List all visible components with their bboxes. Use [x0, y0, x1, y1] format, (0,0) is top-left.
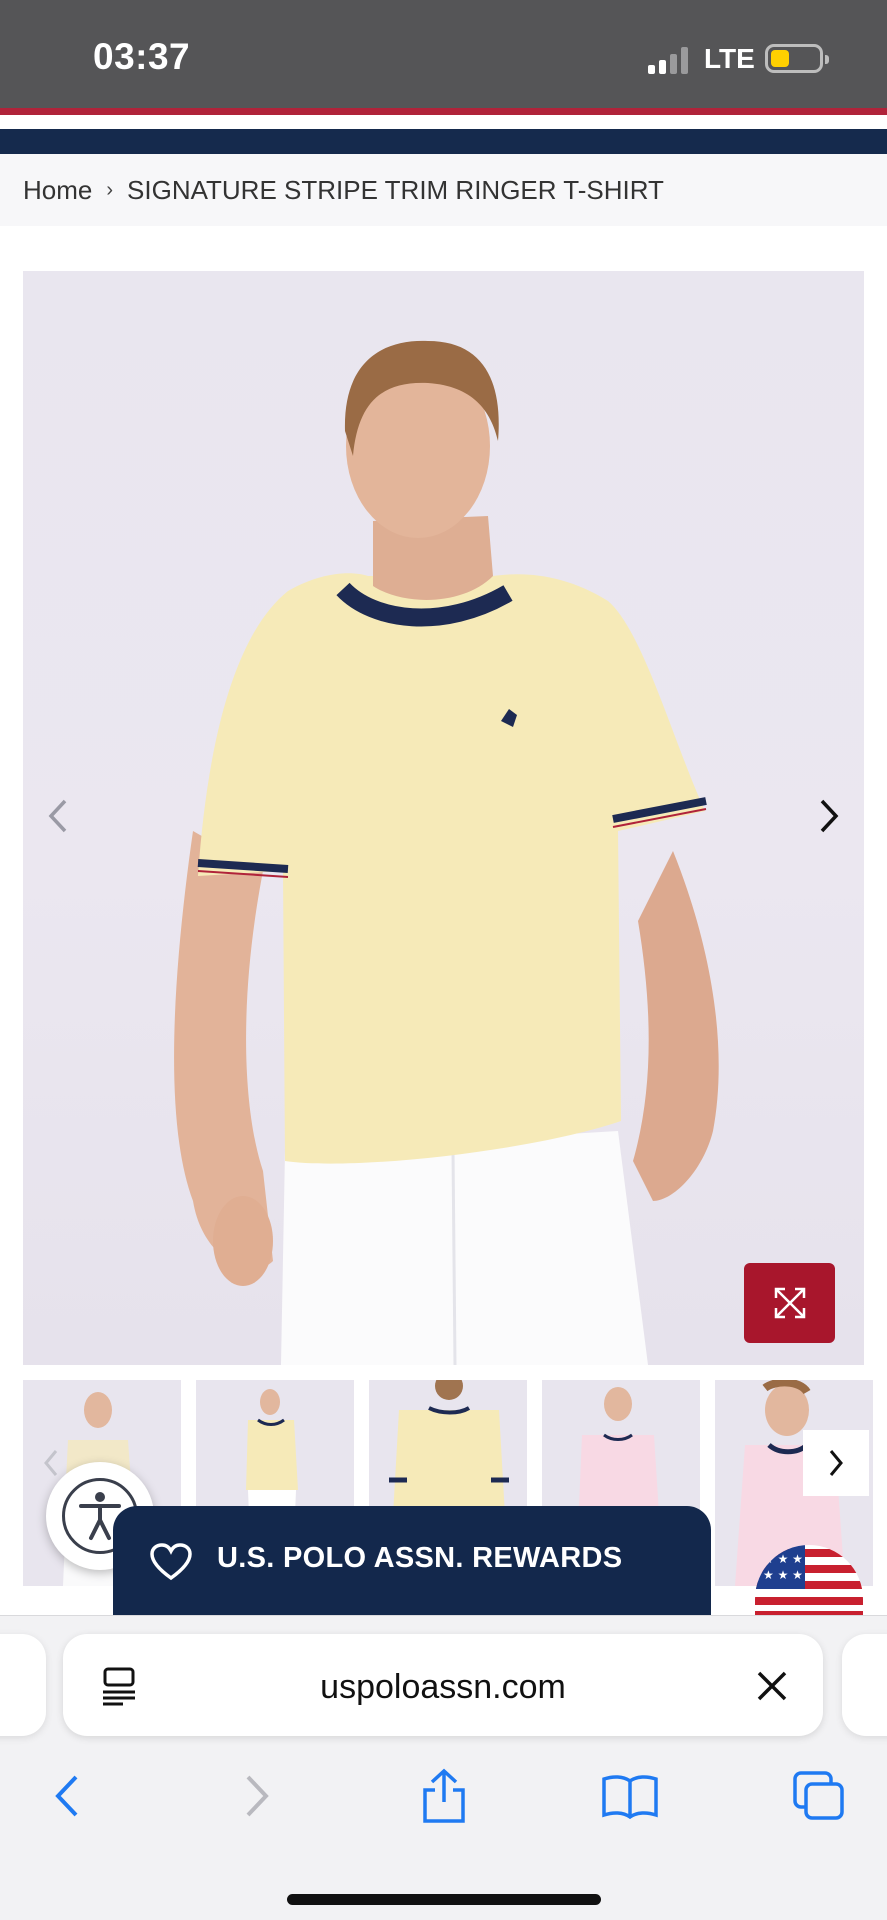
- previous-tab-peek[interactable]: [0, 1634, 46, 1736]
- close-icon[interactable]: [756, 1670, 788, 1702]
- brand-stripes: [0, 108, 887, 154]
- breadcrumb-home-link[interactable]: Home: [23, 175, 92, 206]
- forward-button[interactable]: [222, 1761, 292, 1831]
- tabs-icon: [793, 1771, 844, 1820]
- share-button[interactable]: [409, 1761, 479, 1831]
- browser-toolbar: uspoloassn.com: [0, 1615, 887, 1920]
- forward-icon: [246, 1775, 269, 1817]
- model-photo: [174, 340, 719, 1365]
- status-bar: 03:37 LTE: [0, 0, 887, 108]
- expand-icon: [774, 1287, 805, 1319]
- next-tab-peek[interactable]: [842, 1634, 887, 1736]
- svg-text:★ ★ ★: ★ ★ ★: [763, 1568, 803, 1582]
- page: 03:37 LTE Home › SIGNATURE STRIPE TRIM R…: [0, 0, 887, 1920]
- address-bar[interactable]: uspoloassn.com: [63, 1634, 823, 1736]
- back-icon: [55, 1775, 78, 1817]
- chevron-right-icon: [820, 799, 839, 833]
- thumbnails-next-arrow[interactable]: [803, 1430, 869, 1496]
- home-indicator[interactable]: [287, 1894, 601, 1905]
- heart-icon: [150, 1543, 192, 1581]
- breadcrumb-separator: ›: [106, 178, 114, 201]
- rewards-label: U.S. POLO ASSN. REWARDS: [217, 1542, 623, 1574]
- bookmarks-button[interactable]: [595, 1761, 665, 1831]
- cellular-signal-icon: [648, 46, 690, 74]
- share-icon: [423, 1768, 465, 1823]
- status-time: 03:37: [93, 36, 191, 77]
- carrier-label: LTE: [704, 43, 755, 74]
- url-text: uspoloassn.com: [320, 1668, 566, 1706]
- chevron-left-icon: [44, 1450, 58, 1476]
- battery-icon: [765, 44, 829, 73]
- breadcrumb-current: SIGNATURE STRIPE TRIM RINGER T-SHIRT: [127, 174, 664, 205]
- bookmarks-icon: [602, 1775, 658, 1819]
- battery-level: [771, 50, 789, 67]
- breadcrumb: Home › SIGNATURE STRIPE TRIM RINGER T-SH…: [0, 154, 887, 226]
- hero-next-arrow[interactable]: [804, 791, 854, 841]
- tabs-button[interactable]: [784, 1761, 854, 1831]
- product-main-image[interactable]: [23, 271, 864, 1365]
- chevron-left-icon: [48, 799, 67, 833]
- rewards-banner[interactable]: U.S. POLO ASSN. REWARDS: [113, 1506, 711, 1616]
- hero-prev-arrow[interactable]: [33, 791, 83, 841]
- chevron-right-icon: [829, 1450, 843, 1476]
- back-button[interactable]: [32, 1761, 102, 1831]
- zoom-button[interactable]: [744, 1263, 835, 1343]
